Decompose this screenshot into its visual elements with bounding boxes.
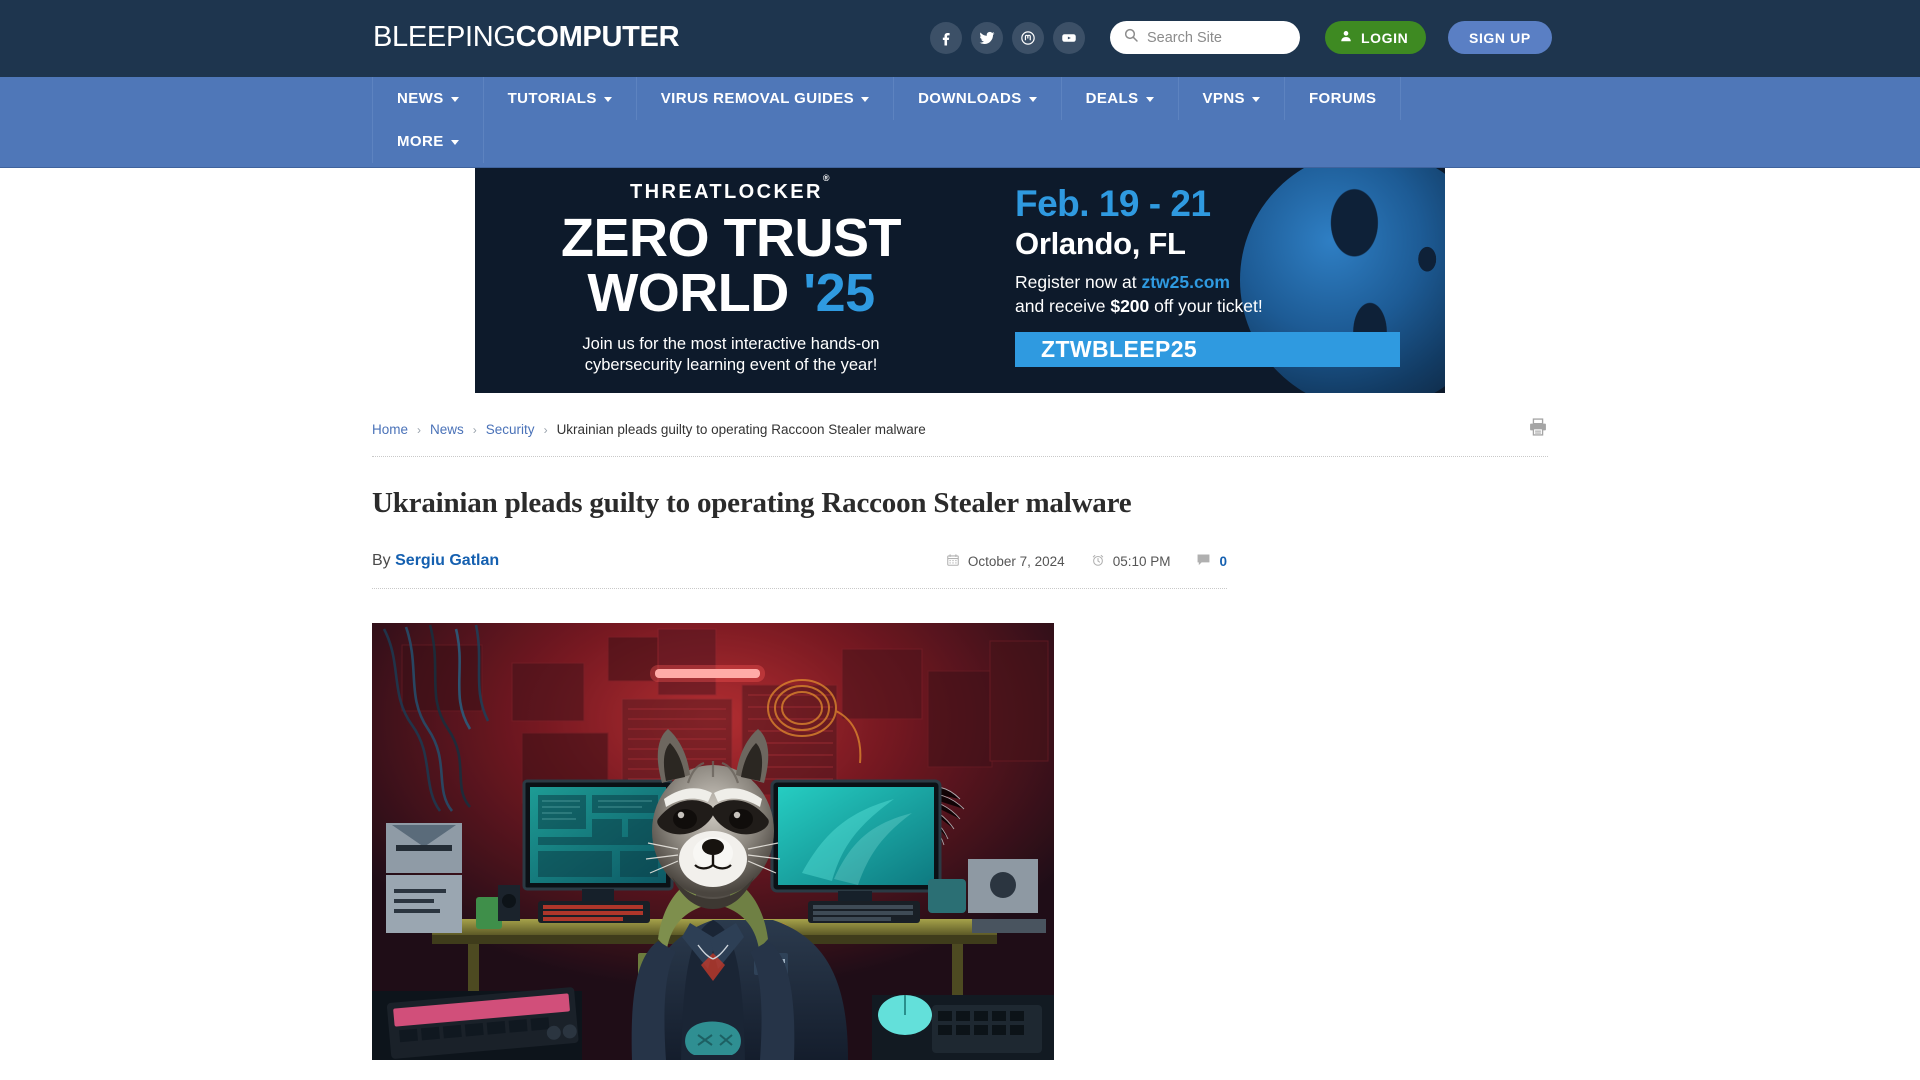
nav-item-downloads[interactable]: DOWNLOADS [894,77,1062,120]
nav-label: TUTORIALS [507,90,597,107]
publish-time-text: 05:10 PM [1112,553,1171,569]
nav-item-virus-removal-guides[interactable]: VIRUS REMOVAL GUIDES [637,77,895,120]
twitter-icon[interactable] [971,22,1003,54]
ad-event-date: Feb. 19 - 21 [1015,183,1211,224]
ad-left-panel: THREATLOCKER® ZERO TRUST WORLD '25 Join … [475,168,987,376]
nav-label: MORE [397,133,444,150]
breadcrumb-item-current: Ukrainian pleads guilty to operating Rac… [556,422,926,437]
nav-label: NEWS [397,90,444,107]
signup-button[interactable]: SIGN UP [1448,21,1552,54]
ad-discount-prefix: and receive [1015,295,1111,316]
site-header: BLEEPINGCOMPUTER LOGIN SIGN UP [0,0,1920,77]
ad-discount-line: and receive $200 off your ticket! [1015,295,1435,319]
chevron-down-icon [450,140,459,145]
nav-label: VPNS [1202,90,1245,107]
breadcrumb-item-news[interactable]: News [430,422,464,437]
main-navigation: NEWS TUTORIALS VIRUS REMOVAL GUIDES DOWN… [0,77,1920,168]
page-title: Ukrainian pleads guilty to operating Rac… [372,487,1132,519]
byline: By Sergiu Gatlan [372,552,499,570]
publish-time: 05:10 PM [1091,553,1171,570]
ad-event-city: Orlando, FL [1015,225,1186,261]
chevron-down-icon [603,97,612,102]
nav-item-vpns[interactable]: VPNS [1179,77,1285,120]
nav-label: FORUMS [1308,90,1377,107]
nav-label: VIRUS REMOVAL GUIDES [660,90,855,107]
chevron-right-icon: › [543,422,548,437]
ad-headline-year: '25 [803,263,875,324]
nav-item-more[interactable]: MORE [373,120,484,163]
ad-brand-text: THREATLOCKER [630,181,823,203]
nav-item-tutorials[interactable]: TUTORIALS [484,77,637,120]
user-icon [1339,29,1353,46]
breadcrumb-row: Home › News › Security › Ukrainian plead… [372,393,1548,457]
ad-discount-amount: $200 [1110,295,1150,316]
logo-text-bold: COMPUTER [515,21,680,53]
chevron-down-icon [1251,97,1260,102]
publish-date: October 7, 2024 [946,553,1065,570]
chevron-down-icon [450,97,459,102]
ad-headline-line1: ZERO TRUST [561,208,902,268]
search-icon [1123,27,1139,48]
byline-prefix: By [372,552,396,569]
comment-count[interactable]: 0 [1196,552,1227,570]
comment-count-text: 0 [1219,553,1227,569]
youtube-icon[interactable] [1053,22,1085,54]
ad-brand: THREATLOCKER® [475,173,987,204]
advertisement-banner[interactable]: THREATLOCKER® ZERO TRUST WORLD '25 Join … [475,168,1445,393]
ad-discount-suffix: off your ticket! [1149,295,1263,316]
page-content: Home › News › Security › Ukrainian plead… [372,393,1548,1060]
breadcrumb: Home › News › Security › Ukrainian plead… [372,422,926,437]
nav-label: DEALS [1085,90,1139,107]
printer-icon[interactable] [1528,417,1548,442]
author-link[interactable]: Sergiu Gatlan [395,552,499,569]
ad-promo-code: ZTWBLEEP25 [1015,331,1400,367]
article-meta-right: October 7, 2024 05:10 PM 0 [946,552,1227,570]
breadcrumb-item-home[interactable]: Home [372,422,408,437]
nav-item-news[interactable]: NEWS [373,77,484,120]
raccoon-hacker-illustration [372,623,1054,1060]
breadcrumb-item-security[interactable]: Security [486,422,535,437]
article-meta: By Sergiu Gatlan October 7, 2024 05:10 P… [372,552,1227,589]
nav-label: DOWNLOADS [918,90,1022,107]
ad-right-panel: Feb. 19 - 21 Orlando, FL Register now at… [1015,183,1435,367]
comment-icon [1196,552,1211,570]
ad-headline-world: WORLD [587,263,789,324]
ad-brand-mark: ® [822,173,832,184]
site-logo[interactable]: BLEEPINGCOMPUTER [373,21,680,54]
logo-text-light: BLEEPING [373,21,516,53]
login-label: LOGIN [1361,29,1409,46]
clock-icon [1091,553,1105,570]
article-hero-image [372,623,1054,1060]
nav-item-deals[interactable]: DEALS [1062,77,1179,120]
search-box[interactable] [1110,21,1300,54]
mastodon-icon[interactable] [1012,22,1044,54]
ad-register-link[interactable]: ztw25.com [1141,272,1230,292]
chevron-down-icon [1145,97,1154,102]
ad-tagline-line2: cybersecurity learning event of the year… [584,356,878,375]
ad-tagline: Join us for the most interactive hands-o… [475,334,987,376]
nav-item-forums[interactable]: FORUMS [1285,77,1402,120]
signup-label: SIGN UP [1469,29,1531,46]
chevron-down-icon [1028,97,1037,102]
chevron-down-icon [861,97,870,102]
publish-date-text: October 7, 2024 [967,553,1065,569]
article: Ukrainian pleads guilty to operating Rac… [372,457,1227,1060]
ad-tagline-line1: Join us for the most interactive hands-o… [582,335,880,354]
ad-register-line: Register now at ztw25.com [1015,271,1435,295]
chevron-right-icon: › [417,422,422,437]
search-input[interactable] [1147,29,1287,46]
facebook-icon[interactable] [930,22,962,54]
social-links [930,22,1085,54]
chevron-right-icon: › [472,422,477,437]
login-button[interactable]: LOGIN [1325,21,1427,54]
ad-register-prefix: Register now at [1015,272,1142,293]
ad-headline-line2: WORLD '25 [475,266,987,321]
calendar-icon [946,553,960,570]
